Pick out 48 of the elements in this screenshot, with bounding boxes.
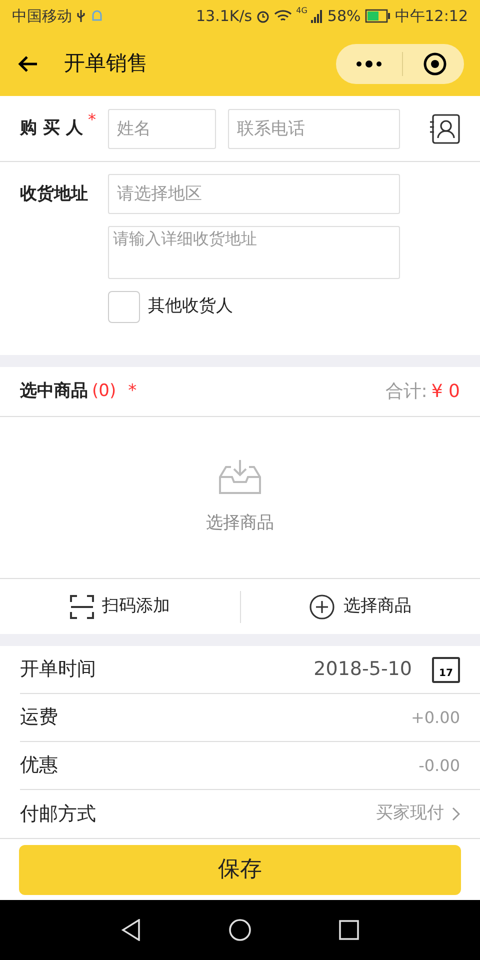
name-field[interactable]: 姓名 <box>108 108 216 148</box>
address-detail-field[interactable]: 请输入详细收货地址 <box>108 226 400 279</box>
field-value: -0.00 <box>418 754 460 776</box>
date-value[interactable]: 2018-5-10 <box>314 655 412 684</box>
home-nav-icon[interactable] <box>229 919 251 941</box>
save-button[interactable]: 保存 <box>19 844 461 894</box>
page-title: 开单销售 <box>64 50 148 78</box>
network-type: 4G <box>296 4 308 17</box>
select-product-button[interactable]: 选择商品 <box>240 594 480 620</box>
phone-field[interactable]: 联系电话 <box>228 108 400 148</box>
usb-icon <box>76 9 86 23</box>
empty-hint: 选择商品 <box>206 512 274 535</box>
field-label: 付邮方式 <box>20 802 96 827</box>
bell-icon <box>90 8 104 24</box>
region-field[interactable]: 请选择地区 <box>108 174 400 214</box>
required-mark: * <box>128 380 137 403</box>
checkbox[interactable] <box>108 291 140 323</box>
section-title: 选中商品 <box>20 380 88 403</box>
network-speed: 13.1K/s <box>196 6 252 27</box>
address-label: 收货地址 <box>20 183 89 206</box>
signal-icon <box>311 9 324 23</box>
buyer-label: 购 买 人 <box>20 116 84 140</box>
clock: 中午12:12 <box>394 6 468 27</box>
contact-book-icon[interactable] <box>430 114 460 144</box>
total-label: 合计: <box>385 380 428 404</box>
back-nav-icon[interactable] <box>121 919 141 941</box>
checkbox-label: 其他收货人 <box>148 295 233 318</box>
inbox-icon <box>219 458 261 495</box>
wifi-icon <box>274 9 292 23</box>
field-value: +0.00 <box>410 706 460 728</box>
recents-nav-icon[interactable] <box>339 920 359 940</box>
field-label: 优惠 <box>20 753 58 778</box>
scan-add-button[interactable]: 扫码添加 <box>0 594 240 620</box>
carrier-name: 中国移动 <box>12 6 72 27</box>
scan-icon <box>70 594 94 618</box>
product-count: (0) <box>92 380 116 403</box>
required-mark: * <box>88 109 97 131</box>
plus-circle-icon <box>309 594 336 620</box>
field-label: 运费 <box>20 705 58 730</box>
field-label: 开单时间 <box>20 657 96 682</box>
battery-percent: 58% <box>327 6 361 27</box>
battery-icon <box>364 9 391 23</box>
calendar-icon[interactable]: 17 <box>432 656 460 682</box>
close-target-icon[interactable] <box>423 52 447 76</box>
more-icon[interactable] <box>356 60 382 68</box>
alarm-icon <box>256 9 270 23</box>
total-amount: ¥ 0 <box>431 380 460 404</box>
chevron-right-icon <box>452 807 460 821</box>
